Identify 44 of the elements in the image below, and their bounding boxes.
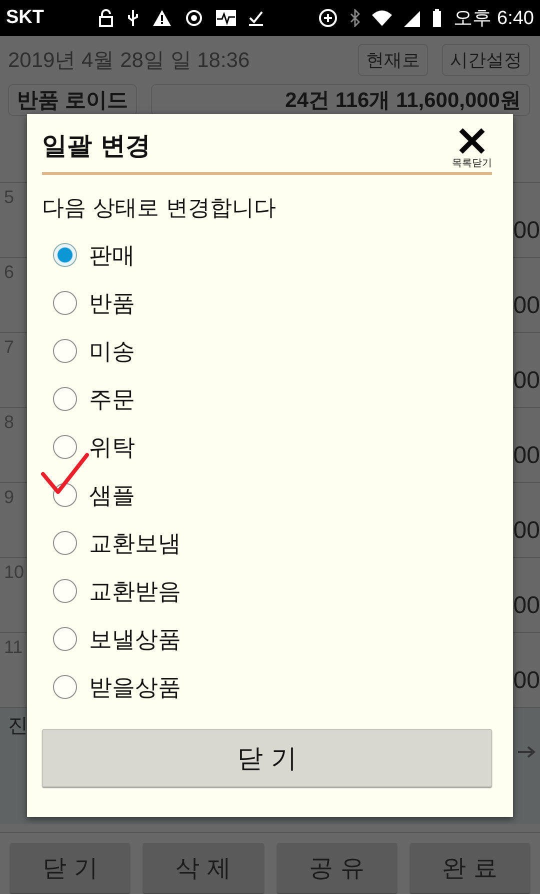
option-label[interactable]: 샘플	[89, 480, 135, 510]
option-label[interactable]: 주문	[89, 384, 135, 414]
option-label[interactable]: 받을상품	[89, 672, 181, 702]
radio-button[interactable]	[53, 675, 77, 699]
row-amount: 00	[513, 292, 540, 320]
row-amount: 00	[513, 667, 540, 695]
radio-button[interactable]	[53, 291, 77, 315]
row-amount: 00	[513, 367, 540, 395]
row-amount: 00	[513, 592, 540, 620]
close-icon	[458, 128, 486, 154]
prompt-text: 다음 상태로 변경합니다	[42, 195, 277, 223]
clock: 오후 6:40	[454, 7, 534, 31]
signal-icon	[404, 9, 420, 27]
warning-icon	[152, 9, 172, 27]
option-label[interactable]: 반품	[89, 288, 135, 318]
close-button[interactable]: 목록닫기	[452, 128, 492, 170]
option-label[interactable]: 교환받음	[89, 576, 181, 606]
option-label[interactable]: 보낼상품	[89, 624, 181, 654]
lock-icon	[98, 9, 114, 27]
data-saver-icon	[318, 8, 338, 28]
dialog-title: 일괄 변경	[42, 130, 151, 162]
wifi-icon	[372, 9, 392, 27]
row-amount: 00	[513, 217, 540, 245]
bluetooth-icon	[350, 9, 360, 27]
radio-button[interactable]	[53, 243, 77, 267]
option-label[interactable]: 위탁	[89, 432, 135, 462]
date-time-text: 2019년 4월 28일 일 18:36	[8, 48, 250, 74]
usb-icon	[126, 9, 140, 27]
row-amount: 00	[513, 517, 540, 545]
close-button[interactable]: 닫 기	[42, 729, 492, 787]
radio-button[interactable]	[53, 339, 77, 363]
option-label[interactable]: 교환보냄	[89, 528, 181, 558]
row-amount: 00	[513, 442, 540, 470]
option-label[interactable]: 판매	[89, 240, 135, 270]
radio-button[interactable]	[53, 579, 77, 603]
radio-button[interactable]	[53, 435, 77, 459]
battery-icon	[432, 9, 442, 27]
footer-label: 진	[8, 712, 28, 739]
radio-button[interactable]	[53, 627, 77, 651]
option-label[interactable]: 미송	[89, 336, 135, 366]
radio-button[interactable]	[53, 387, 77, 411]
carrier-name: SKT	[6, 7, 44, 29]
arrow-icon	[518, 746, 536, 758]
radio-button[interactable]	[53, 531, 77, 555]
